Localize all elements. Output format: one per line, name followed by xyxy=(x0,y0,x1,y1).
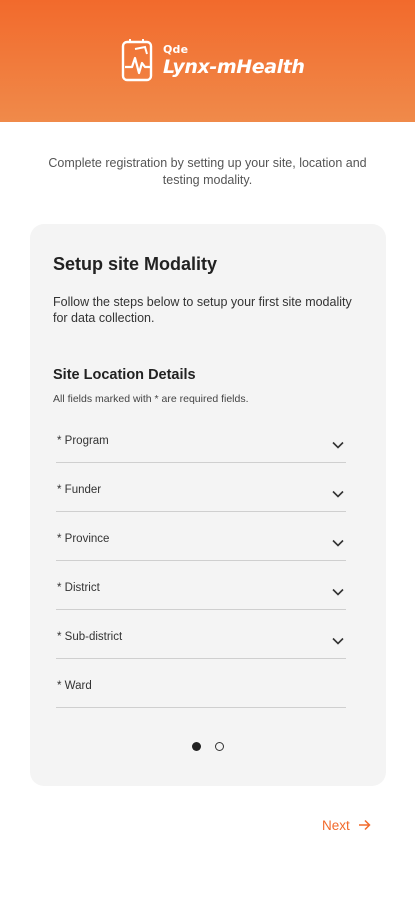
page-dot-active[interactable] xyxy=(192,742,201,751)
card-description: Follow the steps below to setup your fir… xyxy=(53,295,352,325)
brand-logo: Qde Lynx-mHealth xyxy=(121,38,305,84)
intro-text: Complete registration by setting up your… xyxy=(48,156,367,187)
field-label: * Province xyxy=(57,533,110,545)
page-dot-inactive[interactable] xyxy=(215,742,224,751)
program-select[interactable]: * Program xyxy=(56,435,346,463)
chevron-down-icon xyxy=(332,588,344,596)
app-header: Qde Lynx-mHealth xyxy=(0,0,415,122)
field-label: * Sub-district xyxy=(57,631,123,643)
ward-input[interactable]: * Ward xyxy=(56,680,346,708)
field-label: * District xyxy=(57,582,100,594)
section-title: Site Location Details xyxy=(53,367,196,383)
next-label: Next xyxy=(322,817,350,833)
chevron-down-icon xyxy=(332,441,344,449)
brand-name: Lynx-mHealth xyxy=(163,56,305,78)
brand-sub: Qde xyxy=(163,43,189,56)
required-note: All fields marked with * are required fi… xyxy=(53,393,249,405)
card-title: Setup site Modality xyxy=(53,254,218,274)
chevron-down-icon xyxy=(332,539,344,547)
next-button[interactable]: Next xyxy=(322,815,371,835)
province-select[interactable]: * Province xyxy=(56,533,346,561)
field-label: * Ward xyxy=(57,680,92,692)
field-label: * Program xyxy=(57,435,109,447)
field-label: * Funder xyxy=(57,484,102,496)
setup-card: Setup site Modality Follow the steps bel… xyxy=(30,224,386,786)
chevron-down-icon xyxy=(332,490,344,498)
sub-district-select[interactable]: * Sub-district xyxy=(56,631,346,659)
lynx-logo-icon xyxy=(121,39,153,82)
page-indicator xyxy=(192,742,224,751)
district-select[interactable]: * District xyxy=(56,582,346,610)
chevron-down-icon xyxy=(332,637,344,645)
arrow-right-icon xyxy=(358,819,371,831)
funder-select[interactable]: * Funder xyxy=(56,484,346,512)
